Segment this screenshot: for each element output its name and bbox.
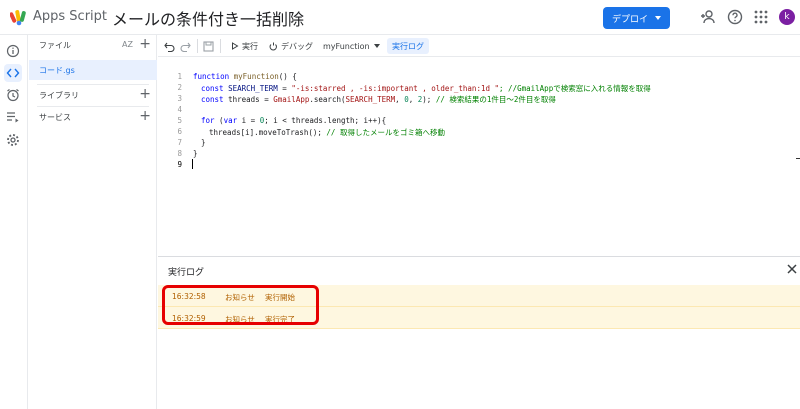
file-name: コード.gs <box>39 65 75 75</box>
services-label: サービス <box>39 112 71 122</box>
file-item-code-gs[interactable]: コード.gs <box>29 60 157 80</box>
line-number: 3 <box>177 94 182 103</box>
code-token: // 取得したメールをゴミ箱へ移動 <box>326 128 445 137</box>
code-token: SEARCH_TERM <box>228 84 278 93</box>
play-icon <box>232 42 239 50</box>
run-label: 実行 <box>242 41 258 51</box>
line-number: 7 <box>177 138 182 147</box>
code-token: const <box>201 95 224 104</box>
code-token: .search( <box>309 95 346 104</box>
project-title[interactable]: メールの条件付き一括削除 <box>112 6 304 30</box>
function-name: myFunction <box>323 41 370 51</box>
libraries-label: ライブラリ <box>39 90 79 100</box>
debug-button[interactable]: デバッグ <box>269 39 313 53</box>
add-file-icon[interactable]: + <box>139 37 151 51</box>
code-token: ; //GmailAppで検索窓に入れる情報を取得 <box>499 84 651 93</box>
code-line: } <box>201 138 206 147</box>
editor-code-icon[interactable] <box>4 64 22 82</box>
execution-log-panel: 実行ログ 16:32:58 お知らせ 実行開始 16:32:59 お知らせ 実行… <box>158 256 800 409</box>
help-icon[interactable] <box>727 9 743 25</box>
line-number: 1 <box>177 72 182 81</box>
code-token: = <box>277 84 292 93</box>
save-icon[interactable] <box>203 39 214 53</box>
line-number: 9 <box>177 160 182 169</box>
code-line: const threads = GmailApp.search(SEARCH_T… <box>201 94 556 105</box>
code-token: const <box>201 84 224 93</box>
files-panel: ファイル AZ + コード.gs ライブラリ + サービス + <box>29 35 157 409</box>
code-token: threads[i].moveToTrash(); <box>209 128 327 137</box>
code-token: , <box>395 95 405 104</box>
code-line: for (var i = 0; i < threads.length; i++)… <box>201 116 386 125</box>
add-library-icon[interactable]: + <box>139 87 151 101</box>
code-token: ; i < threads.length; i++){ <box>264 116 387 125</box>
debug-label: デバッグ <box>281 41 313 51</box>
editor-toolbar: 実行 デバッグ myFunction 実行ログ <box>158 35 800 57</box>
sort-az-icon[interactable]: AZ <box>122 40 133 49</box>
code-line: threads[i].moveToTrash(); // 取得したメールをゴミ箱… <box>209 127 445 138</box>
overview-icon[interactable] <box>4 42 22 60</box>
chevron-down-icon <box>373 44 380 48</box>
line-number: 2 <box>177 83 182 92</box>
function-select[interactable]: myFunction <box>323 39 380 53</box>
code-line: } <box>193 149 198 158</box>
code-token: ); <box>422 95 436 104</box>
debug-icon <box>269 42 277 50</box>
code-token: var <box>223 116 238 125</box>
overview-ruler-mark <box>796 158 800 159</box>
code-token: GmailApp <box>273 95 310 104</box>
add-person-icon[interactable] <box>700 9 716 25</box>
deploy-label: デプロイ <box>611 14 648 25</box>
toolbar-separator <box>197 39 198 53</box>
undo-icon[interactable] <box>164 39 175 53</box>
code-token: myFunction <box>233 72 279 81</box>
redo-icon[interactable] <box>180 39 191 53</box>
toolbar-separator <box>220 39 221 53</box>
line-number: 4 <box>177 105 182 114</box>
text-cursor <box>192 159 193 169</box>
avatar[interactable]: k <box>779 9 795 25</box>
deploy-button[interactable]: デプロイ <box>603 7 670 29</box>
highlight-box <box>162 285 319 325</box>
close-icon[interactable] <box>786 263 798 275</box>
code-token: SEARCH_TERM <box>345 95 396 104</box>
code-token: () { <box>278 72 297 81</box>
executions-icon[interactable] <box>4 108 22 126</box>
code-token: ( <box>214 116 224 125</box>
code-token: // 検索結果の1件目〜2件目を取得 <box>435 95 556 104</box>
code-token: for <box>201 116 215 125</box>
code-token: "-is:starred , -is:important , older_tha… <box>291 84 500 93</box>
line-number: 5 <box>177 116 182 125</box>
code-line: const SEARCH_TERM = "-is:starred , -is:i… <box>201 83 651 94</box>
chevron-down-icon <box>655 16 661 20</box>
app-header: Apps Script メールの条件付き一括削除 デプロイ k <box>0 0 800 35</box>
settings-gear-icon[interactable] <box>4 131 22 149</box>
log-button-label: 実行ログ <box>392 41 424 51</box>
services-row[interactable]: サービス + <box>29 107 157 127</box>
code-token: i = <box>237 116 260 125</box>
left-rail <box>0 35 28 409</box>
line-number: 6 <box>177 127 182 136</box>
app-name: Apps Script <box>33 9 108 24</box>
files-label: ファイル <box>39 40 71 50</box>
run-button[interactable]: 実行 <box>231 39 258 53</box>
code-editor[interactable]: 1 2 3 4 5 6 7 8 9 function myFunction() … <box>158 58 800 256</box>
libraries-row[interactable]: ライブラリ + <box>29 85 157 105</box>
apps-grid-icon[interactable] <box>753 9 769 25</box>
code-token: , <box>408 95 418 104</box>
log-title: 実行ログ <box>168 268 205 278</box>
code-token: function <box>193 72 230 81</box>
line-number: 8 <box>177 149 182 158</box>
add-service-icon[interactable]: + <box>139 109 151 123</box>
apps-script-logo[interactable] <box>10 8 28 26</box>
execution-log-button[interactable]: 実行ログ <box>387 38 429 54</box>
code-line: function myFunction() { <box>193 72 297 81</box>
triggers-alarm-icon[interactable] <box>4 86 22 104</box>
code-token: threads = <box>223 95 274 104</box>
files-header: ファイル AZ + <box>29 35 157 55</box>
